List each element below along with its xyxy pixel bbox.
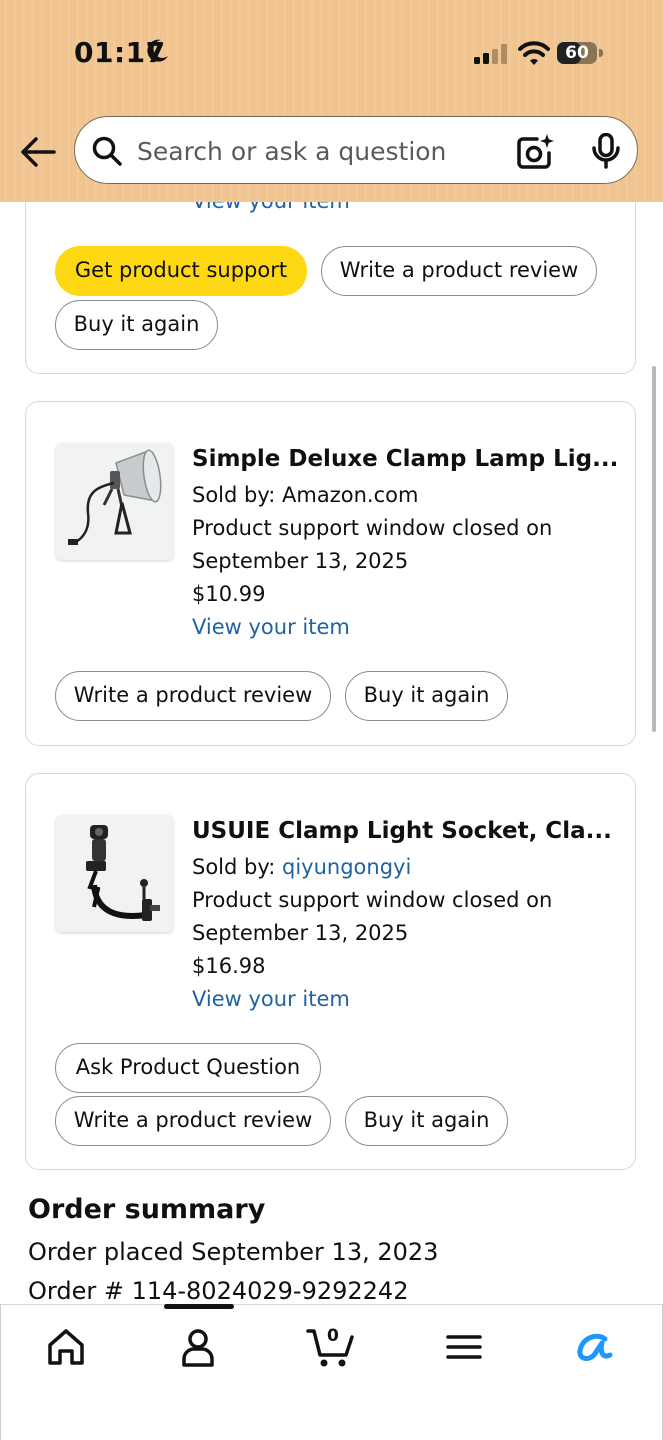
view-item-link[interactable]: View your item: [192, 987, 350, 1011]
product-price: $10.99: [192, 582, 266, 606]
sold-by: Sold by: qiyungongyi: [192, 855, 411, 879]
order-item-card: USUIE Clamp Light Socket, Cla... Sold by…: [25, 773, 636, 1170]
bottom-nav: 0: [0, 1304, 663, 1440]
buy-again-button[interactable]: Buy it again: [345, 1096, 508, 1146]
order-item-card: Simple Deluxe Clamp Lamp Lig... Sold by:…: [25, 401, 636, 746]
buy-again-button[interactable]: Buy it again: [345, 671, 508, 721]
seller-link[interactable]: qiyungongyi: [282, 855, 411, 879]
support-window-text: Product support window closed on: [192, 888, 553, 912]
search-bar[interactable]: [74, 116, 638, 184]
app-header: 01:17 60: [0, 0, 663, 202]
cart-icon[interactable]: 0: [306, 1325, 358, 1369]
camera-icon[interactable]: [515, 133, 555, 175]
back-arrow-icon[interactable]: [18, 134, 58, 170]
rufus-icon[interactable]: [572, 1325, 620, 1369]
battery-icon: 60: [557, 42, 597, 64]
get-product-support-button[interactable]: Get product support: [55, 246, 307, 296]
support-window-text: Product support window closed on: [192, 516, 553, 540]
wifi-icon: [518, 40, 550, 70]
scrollbar[interactable]: [652, 366, 656, 732]
cart-count: 0: [327, 1326, 339, 1346]
ask-product-question-button[interactable]: Ask Product Question: [55, 1043, 321, 1093]
sold-by-label: Sold by:: [192, 855, 276, 879]
support-window-date: September 13, 2025: [192, 921, 409, 945]
search-icon: [91, 135, 123, 171]
product-image-clamp-lamp[interactable]: [56, 443, 173, 560]
support-window-date: September 13, 2025: [192, 549, 409, 573]
seller-name: Amazon.com: [282, 483, 419, 507]
battery-tip: [599, 49, 603, 57]
sold-by-label: Sold by:: [192, 483, 276, 507]
mic-icon[interactable]: [591, 132, 621, 173]
battery-percent: 60: [565, 43, 589, 63]
order-number: Order # 114-8024029-9292242: [28, 1277, 409, 1305]
home-icon[interactable]: [44, 1325, 92, 1369]
active-tab-indicator: [164, 1304, 234, 1309]
write-review-button[interactable]: Write a product review: [321, 246, 597, 296]
product-price: $16.98: [192, 954, 266, 978]
moon-icon: [146, 38, 170, 68]
product-image-clamp-socket[interactable]: [56, 815, 173, 932]
product-title[interactable]: USUIE Clamp Light Socket, Cla...: [192, 818, 612, 844]
account-icon[interactable]: [176, 1325, 224, 1369]
order-summary-heading: Order summary: [28, 1194, 266, 1225]
menu-icon[interactable]: [442, 1325, 490, 1369]
order-placed-date: Order placed September 13, 2023: [28, 1238, 439, 1266]
write-review-button[interactable]: Write a product review: [55, 1096, 331, 1146]
search-input[interactable]: [135, 131, 509, 171]
product-title[interactable]: Simple Deluxe Clamp Lamp Lig...: [192, 446, 618, 472]
view-item-link[interactable]: View your item: [192, 615, 350, 639]
buy-again-button[interactable]: Buy it again: [55, 300, 218, 350]
write-review-button[interactable]: Write a product review: [55, 671, 331, 721]
sold-by: Sold by: Amazon.com: [192, 483, 418, 507]
signal-icon: [474, 44, 508, 68]
